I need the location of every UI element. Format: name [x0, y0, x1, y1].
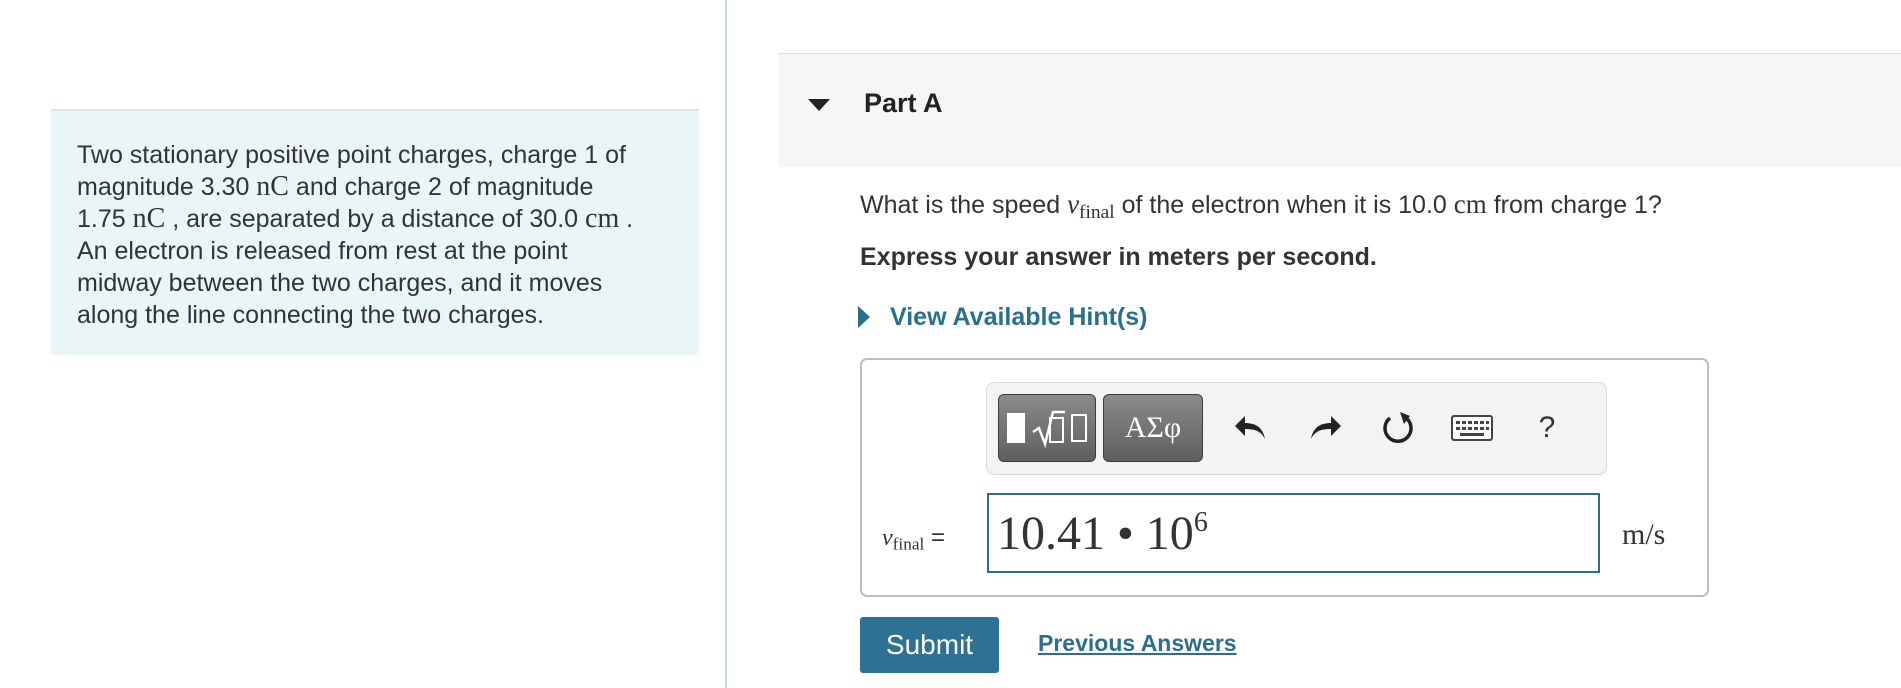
- reset-icon[interactable]: [1375, 405, 1421, 451]
- view-hints-link[interactable]: View Available Hint(s): [890, 303, 1147, 332]
- question-unit: cm: [1453, 189, 1487, 219]
- expand-triangle-icon[interactable]: [858, 306, 870, 328]
- problem-text: 1.75: [77, 205, 133, 233]
- problem-line: Two stationary positive point charges, c…: [77, 141, 626, 169]
- variable-v: v: [882, 525, 893, 551]
- math-toolbar: ΑΣφ ?: [986, 382, 1607, 475]
- variable-subscript: final: [892, 534, 925, 554]
- question-text-b: of the electron when it is 10.0: [1114, 191, 1454, 219]
- problem-line: midway between the two charges, and it m…: [77, 269, 603, 297]
- answer-box: ΑΣφ ? vfinal = 10.41 • 10 6 m/s: [860, 358, 1709, 597]
- problem-line: magnitude 3.30 nC and charge 2 of magnit…: [77, 171, 673, 203]
- keyboard-icon[interactable]: [1449, 405, 1495, 451]
- problem-line: along the line connecting the two charge…: [77, 301, 544, 329]
- question-text-c: from charge 1?: [1486, 191, 1662, 219]
- problem-text: , are separated by a distance of 30.0: [165, 205, 586, 233]
- greek-symbols-button[interactable]: ΑΣφ: [1103, 394, 1203, 462]
- distance-unit: cm: [585, 203, 620, 234]
- answer-exponent: 6: [1193, 507, 1208, 538]
- panel-divider: [725, 0, 727, 688]
- answer-variable-label: vfinal =: [882, 524, 945, 552]
- view-hints-toggle[interactable]: View Available Hint(s): [858, 301, 1147, 333]
- answer-unit: m/s: [1622, 518, 1666, 551]
- problem-text: magnitude 3.30: [77, 173, 257, 201]
- variable-subscript: final: [1079, 201, 1115, 223]
- part-title: Part A: [864, 88, 943, 118]
- previous-answers-link[interactable]: Previous Answers: [1038, 630, 1237, 657]
- filled-box-icon: [1007, 413, 1025, 443]
- undo-icon[interactable]: [1227, 405, 1273, 451]
- empty-box-icon: [1071, 414, 1087, 442]
- problem-statement: Two stationary positive point charges, c…: [51, 109, 699, 355]
- collapse-triangle-icon[interactable]: [808, 99, 830, 111]
- question-text-a: What is the speed: [860, 191, 1068, 219]
- submit-button[interactable]: Submit: [860, 617, 999, 673]
- redo-icon[interactable]: [1303, 405, 1349, 451]
- problem-text: .: [619, 205, 634, 233]
- answer-instruction: Express your answer in meters per second…: [860, 243, 1377, 271]
- question-text: What is the speed vfinal of the electron…: [860, 189, 1662, 222]
- templates-button[interactable]: [998, 394, 1096, 462]
- variable-v: v: [1067, 189, 1080, 219]
- speed-variable: vfinal: [1067, 189, 1115, 222]
- help-icon[interactable]: ?: [1524, 405, 1570, 451]
- problem-line: 1.75 nC , are separated by a distance of…: [77, 203, 673, 235]
- problem-line: An electron is released from rest at the…: [77, 237, 568, 265]
- charge-unit: nC: [256, 171, 289, 202]
- equals-sign: =: [924, 524, 945, 551]
- problem-text: and charge 2 of magnitude: [288, 173, 594, 201]
- answer-value: 10.41 • 10: [997, 506, 1194, 560]
- answer-input[interactable]: 10.41 • 10 6: [987, 493, 1600, 573]
- radical-icon: [1032, 410, 1065, 448]
- charge-unit: nC: [132, 203, 166, 234]
- part-header[interactable]: Part A: [778, 53, 1901, 167]
